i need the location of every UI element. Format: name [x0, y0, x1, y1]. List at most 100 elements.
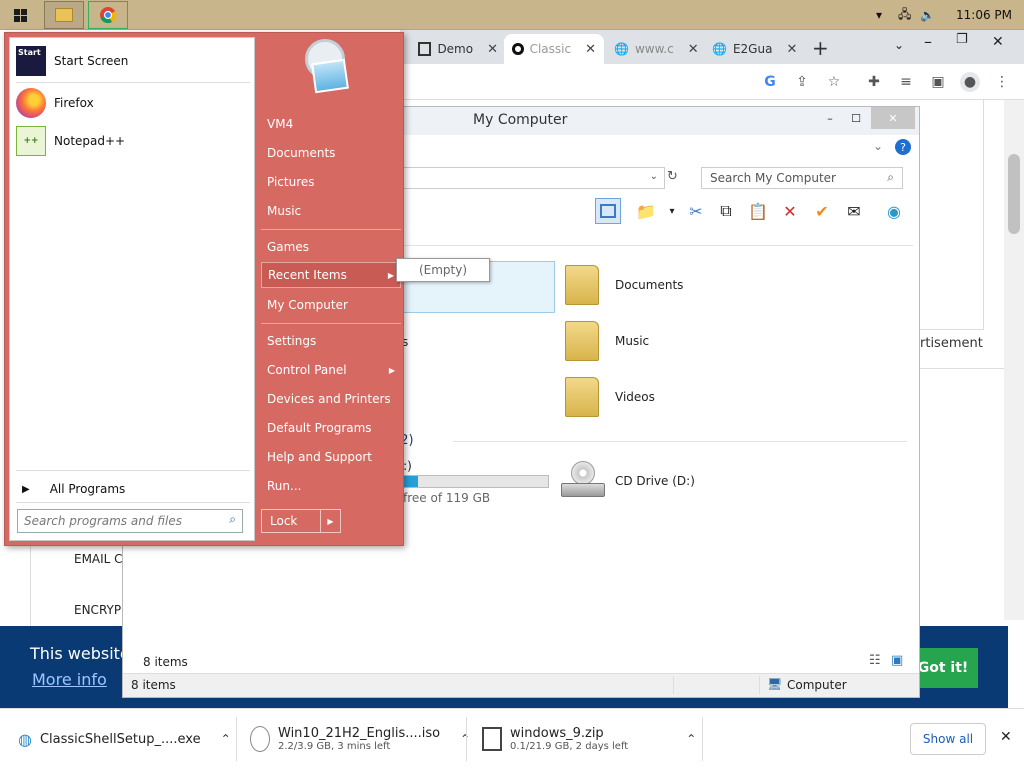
folder-options-icon[interactable]: 📁 [633, 198, 659, 224]
pinned-start-screen[interactable]: Start Start Screen [16, 44, 250, 78]
documents-folder-icon [565, 265, 599, 305]
paste-icon[interactable]: 📋 [745, 198, 771, 224]
chevron-up-icon[interactable]: ⌃ [686, 732, 696, 746]
drive-cd[interactable]: CD Drive (D:) [561, 461, 695, 501]
lock-options-arrow-icon[interactable]: ▶ [320, 510, 340, 532]
taskbar-chrome-button[interactable] [88, 1, 128, 29]
start-item-music[interactable]: Music [261, 198, 401, 224]
large-icons-view-icon[interactable]: ▣ [891, 653, 903, 668]
refresh-icon[interactable]: ↻ [667, 169, 678, 184]
clock[interactable]: 11:06 PM [956, 0, 1012, 30]
music-folder-icon [565, 321, 599, 361]
start-item-vm4[interactable]: VM4 [261, 111, 401, 137]
download-item[interactable]: windows_9.zip 0.1/21.9 GB, 2 days left ⌃ [482, 709, 696, 769]
start-item-help-support[interactable]: Help and Support [261, 444, 401, 470]
folder-videos[interactable]: Videos [565, 377, 655, 417]
cut-icon[interactable]: ✂ [683, 198, 709, 224]
tray-chevron-icon[interactable]: ▾ [876, 0, 882, 30]
folder-documents[interactable]: Documents [565, 265, 683, 305]
lock-button[interactable]: Lock ▶ [261, 509, 341, 533]
tab-e2gua[interactable]: 🌐 E2Gua ✕ [704, 34, 800, 64]
start-item-run[interactable]: Run... [261, 473, 401, 499]
chrome-menu-icon[interactable]: ⋮ [992, 72, 1012, 92]
minimize-icon[interactable]: – [819, 107, 841, 129]
status-item-count: 8 items [131, 678, 176, 692]
pinned-notepadpp[interactable]: ++ Notepad++ [16, 124, 250, 158]
start-item-pictures[interactable]: Pictures [261, 169, 401, 195]
properties-check-icon[interactable]: ✔ [809, 198, 835, 224]
minimize-icon[interactable]: – [924, 32, 932, 51]
start-button[interactable] [0, 0, 40, 30]
cd-drive-icon [561, 461, 605, 501]
details-view-icon[interactable]: ☷ [869, 653, 881, 668]
start-item-devices-printers[interactable]: Devices and Printers [261, 386, 401, 412]
start-tile-text: Start [18, 48, 41, 57]
start-item-label: Recent Items [268, 268, 347, 282]
start-item-settings[interactable]: Settings [261, 328, 401, 354]
divider [261, 229, 401, 230]
restore-icon[interactable]: ❐ [956, 32, 968, 47]
help-icon[interactable]: ? [895, 139, 911, 155]
media-queue-icon[interactable]: ≡ [896, 72, 916, 92]
close-tab-icon[interactable]: ✕ [487, 42, 498, 57]
more-info-link[interactable]: More info [32, 670, 107, 689]
status-location: Computer [787, 678, 847, 692]
share-icon[interactable]: ⇪ [792, 72, 812, 92]
all-programs[interactable]: ▶ All Programs [16, 478, 250, 500]
folder-music[interactable]: Music [565, 321, 649, 361]
delete-icon[interactable]: ✕ [777, 198, 803, 224]
scrollbar-thumb[interactable] [1008, 154, 1020, 234]
search-icon[interactable]: ⌕ [887, 170, 894, 185]
address-bar[interactable]: ⌄ [403, 167, 665, 189]
pinned-firefox[interactable]: Firefox [16, 86, 250, 120]
search-icon[interactable]: ⌕ [229, 512, 236, 527]
tab-demo[interactable]: Demo ✕ [410, 34, 506, 64]
download-item[interactable]: ◍ ClassicShellSetup_....exe ⌃ [18, 709, 231, 769]
close-tab-icon[interactable]: ✕ [585, 42, 596, 57]
show-all-button[interactable]: Show all [910, 723, 986, 755]
start-screen-icon: Start [16, 46, 46, 76]
start-item-recent-items[interactable]: Recent Items ▶ [261, 262, 401, 288]
close-tab-icon[interactable]: ✕ [688, 42, 699, 57]
address-dropdown-icon[interactable]: ⌄ [650, 171, 658, 182]
start-item-control-panel[interactable]: Control Panel ▶ [261, 357, 401, 383]
close-window-icon[interactable]: ✕ [992, 34, 1004, 50]
network-globe-icon[interactable]: ◉ [881, 198, 907, 224]
options-dropdown-icon[interactable]: ▾ [659, 198, 685, 224]
close-download-bar-icon[interactable]: ✕ [1000, 729, 1012, 745]
divider [16, 502, 250, 503]
start-item-games[interactable]: Games [261, 234, 401, 260]
side-panel-icon[interactable]: ▣ [928, 72, 948, 92]
new-tab-button[interactable]: + [812, 36, 829, 60]
maximize-icon[interactable]: ☐ [845, 107, 867, 129]
explorer-search-input[interactable]: Search My Computer ⌕ [701, 167, 903, 189]
preview-pane-icon[interactable] [595, 198, 621, 224]
start-item-default-programs[interactable]: Default Programs [261, 415, 401, 441]
close-window-icon[interactable]: ✕ [871, 107, 915, 129]
download-item[interactable]: Win10_21H2_Englis....iso 2.2/3.9 GB, 3 m… [250, 709, 470, 769]
bookmark-star-icon[interactable]: ☆ [824, 72, 844, 92]
network-icon[interactable]: 🖧 [898, 0, 911, 30]
close-tab-icon[interactable]: ✕ [786, 42, 797, 57]
tab-search-chevron-icon[interactable]: ⌄ [894, 38, 904, 52]
start-item-my-computer[interactable]: My Computer [261, 292, 401, 318]
page-scrollbar[interactable] [1004, 100, 1024, 620]
pinned-label: Firefox [54, 96, 94, 110]
divider [236, 717, 237, 761]
tab-classic[interactable]: Classic ✕ [504, 34, 604, 64]
tab-www[interactable]: 🌐 www.c ✕ [606, 34, 702, 64]
email-icon[interactable]: ✉ [841, 198, 867, 224]
chevron-up-icon[interactable]: ⌃ [221, 732, 231, 746]
user-picture[interactable] [301, 39, 353, 95]
copy-icon[interactable]: ⧉ [713, 198, 739, 224]
divider [920, 368, 1004, 369]
globe-icon: 🌐 [614, 42, 629, 56]
ribbon-collapse-icon[interactable]: ⌄ [873, 139, 883, 153]
volume-icon[interactable]: 🔈 [920, 0, 935, 30]
extensions-puzzle-icon[interactable]: ✚ [864, 72, 884, 92]
google-icon[interactable]: G [760, 72, 780, 92]
start-item-documents[interactable]: Documents [261, 140, 401, 166]
taskbar-explorer-button[interactable] [44, 1, 84, 29]
profile-avatar-icon[interactable]: ● [960, 72, 980, 92]
start-search-input[interactable]: Search programs and files ⌕ [17, 509, 243, 533]
